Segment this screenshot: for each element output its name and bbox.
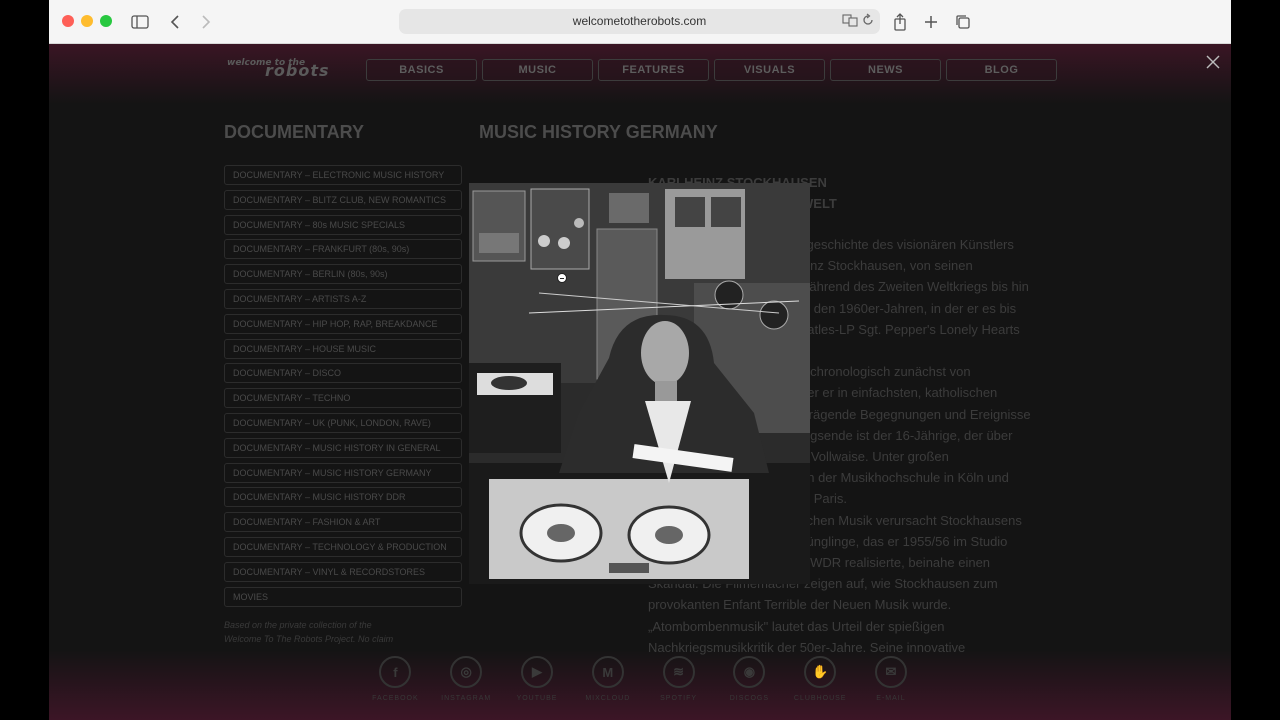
nav-basics[interactable]: BASICS [366, 59, 477, 81]
sidebar-item-uk[interactable]: DOCUMENTARY – UK (PUNK, LONDON, RAVE) [224, 412, 462, 433]
close-window-button[interactable] [62, 15, 74, 27]
sidebar-item-movies[interactable]: MOVIES [224, 586, 462, 607]
article-line: „Atombombenmusik" lautet das Urteil der … [648, 618, 945, 634]
sidebar-item-blitz-club[interactable]: DOCUMENTARY – BLITZ CLUB, NEW ROMANTICS [224, 189, 462, 210]
logo-line2: robots [265, 61, 330, 80]
sidebar-item-electronic-music-history[interactable]: DOCUMENTARY – ELECTRONIC MUSIC HISTORY [224, 165, 462, 185]
sidebar-note-line2: Welcome To The Robots Project. No claim [224, 634, 394, 644]
social-label: YOUTUBE [516, 695, 558, 702]
share-icon[interactable] [889, 11, 911, 33]
back-icon[interactable] [164, 11, 186, 33]
sidebar-item-music-history-ddr[interactable]: DOCUMENTARY – MUSIC HISTORY DDR [224, 487, 462, 508]
instagram-icon: ◎ [450, 656, 483, 688]
social-youtube[interactable]: ▶ YOUTUBE [502, 656, 573, 702]
social-links: f FACEBOOK ◎ INSTAGRAM ▶ YOUTUBE M MIXCL… [360, 656, 926, 702]
tab-overview-icon[interactable] [952, 11, 974, 33]
social-label: SPOTIFY [660, 695, 698, 702]
url-text: welcometotherobots.com [572, 14, 707, 28]
nav-features[interactable]: FEATURES [598, 59, 709, 81]
spotify-icon: ≋ [662, 656, 695, 688]
new-tab-icon[interactable] [920, 11, 942, 33]
social-label: DISCOGS [729, 695, 770, 702]
documentary-list: DOCUMENTARY – ELECTRONIC MUSIC HISTORY D… [224, 165, 462, 611]
social-clubhouse[interactable]: ✋ CLUBHOUSE [785, 656, 856, 702]
sidebar-item-house[interactable]: DOCUMENTARY – HOUSE MUSIC [224, 338, 462, 359]
discogs-icon: ◉ [733, 656, 766, 688]
zoom-out-icon[interactable] [557, 273, 567, 283]
nav-visuals[interactable]: VISUALS [714, 59, 825, 81]
nav-music[interactable]: MUSIC [482, 59, 593, 81]
nav-blog[interactable]: BLOG [946, 59, 1057, 81]
close-icon[interactable] [1206, 55, 1222, 71]
minimize-window-button[interactable] [81, 15, 93, 27]
sidebar-item-vinyl[interactable]: DOCUMENTARY – VINYL & RECORDSTORES [224, 561, 462, 582]
sidebar-item-hip-hop[interactable]: DOCUMENTARY – HIP HOP, RAP, BREAKDANCE [224, 313, 462, 334]
sidebar-note-line1: Based on the private collection of the [224, 620, 372, 630]
email-icon: ✉ [874, 656, 907, 688]
forward-icon[interactable] [195, 11, 217, 33]
sidebar-item-music-history-general[interactable]: DOCUMENTARY – MUSIC HISTORY IN GENERAL [224, 437, 462, 458]
social-email[interactable]: ✉ E-MAIL [856, 656, 927, 702]
zoom-window-button[interactable] [100, 15, 112, 27]
sidebar-item-music-history-germany[interactable]: DOCUMENTARY – MUSIC HISTORY GERMANY [224, 462, 462, 483]
page-title: MUSIC HISTORY GERMANY [479, 122, 718, 142]
studio-photo [469, 183, 810, 584]
sidebar-item-berlin[interactable]: DOCUMENTARY – BERLIN (80s, 90s) [224, 264, 462, 285]
sidebar-item-artists[interactable]: DOCUMENTARY – ARTISTS A-Z [224, 288, 462, 309]
sidebar-item-fashion-art[interactable]: DOCUMENTARY – FASHION & ART [224, 512, 462, 533]
reload-icon[interactable] [862, 13, 874, 32]
facebook-icon: f [379, 656, 412, 688]
sidebar-item-80s-music[interactable]: DOCUMENTARY – 80s MUSIC SPECIALS [224, 214, 462, 235]
social-facebook[interactable]: f FACEBOOK [360, 656, 431, 702]
social-instagram[interactable]: ◎ INSTAGRAM [431, 656, 502, 702]
sidebar-toggle-icon[interactable] [129, 11, 151, 33]
social-label: E-MAIL [876, 695, 906, 702]
social-label: MIXCLOUD [585, 695, 631, 702]
youtube-icon: ▶ [520, 656, 553, 688]
translate-icon[interactable] [842, 13, 858, 32]
clubhouse-icon: ✋ [804, 656, 837, 688]
lightbox-photo[interactable] [469, 183, 810, 584]
address-bar[interactable]: welcometotherobots.com [399, 9, 880, 34]
article-line: provokanten Enfant Terrible der Neuen Mu… [648, 597, 952, 613]
sidebar-note: Based on the private collection of the W… [224, 618, 454, 646]
web-page: welcome to the robots BASICS MUSIC FEATU… [49, 44, 1231, 720]
main-nav: BASICS MUSIC FEATURES VISUALS NEWS BLOG [366, 59, 1057, 81]
sidebar-item-techno[interactable]: DOCUMENTARY – TECHNO [224, 388, 462, 409]
social-label: FACEBOOK [372, 695, 419, 702]
nav-news[interactable]: NEWS [830, 59, 941, 81]
article-line: Nachkriegsmusikkritik der 50er-Jahre. Se… [648, 639, 966, 655]
browser-toolbar: welcometotherobots.com [49, 0, 1231, 44]
mixcloud-icon: M [591, 656, 624, 688]
sidebar-item-frankfurt[interactable]: DOCUMENTARY – FRANKFURT (80s, 90s) [224, 239, 462, 260]
social-spotify[interactable]: ≋ SPOTIFY [643, 656, 714, 702]
site-logo[interactable]: welcome to the robots [225, 56, 349, 82]
sidebar-item-disco[interactable]: DOCUMENTARY – DISCO [224, 363, 462, 384]
social-mixcloud[interactable]: M MIXCLOUD [572, 656, 643, 702]
browser-window: welcometotherobots.com welcome to the ro… [49, 0, 1231, 720]
sidebar-item-technology[interactable]: DOCUMENTARY – TECHNOLOGY & PRODUCTION [224, 536, 462, 557]
social-label: INSTAGRAM [441, 695, 492, 702]
social-label: CLUBHOUSE [793, 695, 847, 702]
social-discogs[interactable]: ◉ DISCOGS [714, 656, 785, 702]
sidebar-title: DOCUMENTARY [224, 122, 364, 142]
